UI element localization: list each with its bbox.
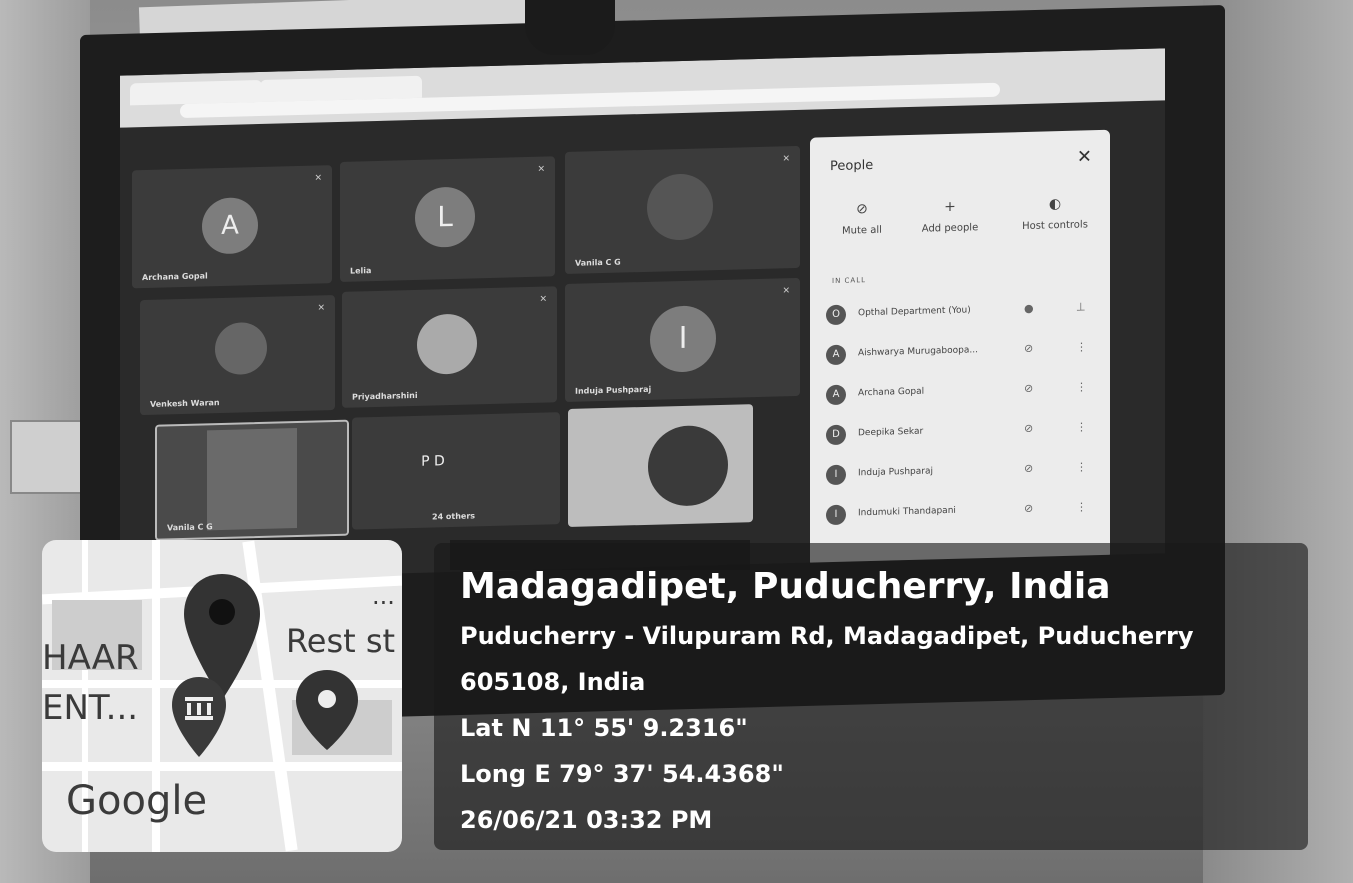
participant-row[interactable]: O Opthal Department (You) ● ⊥ — [826, 295, 1096, 328]
participant-row[interactable]: A Archana Gopal ⊘ ⋮ — [826, 375, 1096, 408]
mic-off-icon: ⊘ — [1024, 381, 1034, 396]
geotag-address-line1: Puducherry - Vilupuram Rd, Madagadipet, … — [460, 622, 1194, 650]
museum-pin-icon — [172, 677, 226, 757]
tile-name: Venkesh Waran — [150, 398, 220, 409]
tile-name: Priyadharshini — [352, 390, 418, 402]
others-initials: P D — [421, 453, 445, 470]
participant-row[interactable]: A Aishwarya Murugaboopa... ⊘ ⋮ — [826, 335, 1096, 368]
mic-off-icon: ⊘ — [1024, 341, 1034, 356]
mute-all-label: Mute all — [842, 224, 882, 237]
map-place-label: HAAR — [42, 638, 139, 678]
geotag-address-line2: 605108, India — [460, 668, 646, 696]
tile-name: Vanila C G — [167, 522, 213, 533]
avatar: L — [415, 186, 475, 248]
google-logo: Google — [66, 778, 208, 824]
participant-row[interactable]: I Indumuki Thandapani ⊘ ⋮ — [826, 495, 1096, 528]
map-place-label: ENT... — [42, 688, 139, 728]
geotag-latitude: Lat N 11° 55' 9.2316" — [460, 714, 748, 742]
geotag-place: Madagadipet, Puducherry, India — [460, 566, 1111, 607]
location-pin-icon — [296, 670, 358, 750]
tile-name: Induja Pushparaj — [575, 384, 652, 396]
geotag-datetime: 26/06/21 03:32 PM — [460, 806, 713, 834]
self-video-tile[interactable]: Vanila C G — [155, 419, 349, 541]
geotag-longitude: Long E 79° 37' 54.4368" — [460, 760, 784, 788]
monitor-screen: A Archana Gopal ✕ L Lelia ✕ Vanila C G ✕… — [120, 48, 1165, 581]
pin-icon[interactable]: ⊥ — [1076, 300, 1086, 313]
more-options-icon[interactable]: ⋮ — [1076, 460, 1087, 473]
avatar: A — [202, 197, 258, 255]
host-controls-button[interactable]: ◐ Host controls — [1010, 195, 1100, 232]
map-thumbnail: HAAR ENT... Rest st ... Google — [42, 540, 402, 852]
profile-photo — [215, 321, 267, 376]
in-call-heading: IN CALL — [832, 276, 867, 286]
tile-name: Vanila C G — [575, 257, 621, 268]
video-tile[interactable]: L Lelia ✕ — [340, 156, 555, 282]
video-tile[interactable]: Venkesh Waran ✕ — [140, 295, 335, 416]
profile-photo — [417, 313, 477, 375]
tile-name: Lelia — [350, 266, 372, 276]
power-socket — [10, 420, 84, 494]
photo-scene: A Archana Gopal ✕ L Lelia ✕ Vanila C G ✕… — [0, 0, 1353, 883]
mic-off-icon: ✕ — [317, 303, 325, 314]
participant-name: Deepika Sekar — [858, 426, 924, 439]
mic-off-icon: ⊘ — [1024, 501, 1034, 516]
mic-off-icon: ✕ — [537, 164, 545, 175]
participant-name: Aishwarya Murugaboopa... — [858, 345, 978, 359]
video-tile[interactable]: A Archana Gopal ✕ — [132, 165, 332, 289]
camera-tile[interactable] — [568, 404, 753, 527]
webcam — [525, 0, 615, 55]
mic-off-icon: ✕ — [782, 154, 790, 165]
add-person-icon: + — [944, 198, 956, 216]
mic-off-icon: ⊘ — [1024, 421, 1034, 436]
others-tile[interactable]: P D 24 others — [352, 412, 560, 530]
video-tile[interactable]: Priyadharshini ✕ — [342, 286, 557, 408]
camera-feed — [648, 424, 728, 507]
map-road — [42, 762, 402, 771]
video-tile[interactable]: I Induja Pushparaj ✕ — [565, 277, 800, 403]
mic-off-icon: ✕ — [539, 294, 547, 305]
participant-avatar: D — [826, 424, 846, 446]
host-controls-label: Host controls — [1022, 219, 1088, 233]
participant-name: Indumuki Thandapani — [858, 505, 956, 519]
more-options-icon[interactable]: ⋮ — [1076, 420, 1087, 433]
participant-avatar: A — [826, 384, 846, 406]
others-count: 24 others — [432, 511, 476, 522]
more-options-icon[interactable]: ⋮ — [1076, 380, 1087, 393]
participant-row[interactable]: D Deepika Sekar ⊘ ⋮ — [826, 415, 1096, 448]
video-tile[interactable]: Vanila C G ✕ — [565, 145, 800, 275]
participant-name: Induja Pushparaj — [858, 466, 933, 479]
more-options-icon[interactable]: ⋮ — [1076, 340, 1087, 353]
map-place-label: Rest st — [286, 622, 396, 660]
mute-all-button[interactable]: ⊘ Mute all — [832, 200, 892, 237]
add-people-button[interactable]: + Add people — [910, 198, 990, 235]
panel-title: People — [830, 157, 874, 175]
mic-off-icon: ⊘ — [1024, 461, 1034, 476]
more-icon[interactable]: ● — [1024, 302, 1034, 315]
participant-name: Opthal Department (You) — [858, 305, 971, 319]
map-place-label: ... — [372, 582, 395, 610]
close-icon[interactable]: ✕ — [1077, 146, 1092, 167]
tile-name: Archana Gopal — [142, 271, 208, 283]
participant-avatar: I — [826, 464, 846, 486]
add-people-label: Add people — [921, 222, 979, 235]
participant-avatar: O — [826, 304, 846, 326]
participant-name: Archana Gopal — [858, 386, 925, 399]
more-options-icon[interactable]: ⋮ — [1076, 500, 1087, 513]
participant-row[interactable]: I Induja Pushparaj ⊘ ⋮ — [826, 455, 1096, 488]
people-panel: People ✕ ⊘ Mute all + Add people ◐ Host … — [810, 129, 1110, 568]
mic-off-icon: ✕ — [782, 286, 790, 297]
mic-off-icon: ✕ — [314, 173, 322, 184]
mic-off-icon: ⊘ — [856, 201, 868, 218]
participant-avatar: I — [826, 504, 846, 526]
profile-photo — [647, 173, 713, 241]
avatar: I — [650, 305, 716, 373]
camera-feed — [207, 428, 297, 531]
toggle-icon: ◐ — [1048, 196, 1062, 213]
participant-avatar: A — [826, 344, 846, 366]
